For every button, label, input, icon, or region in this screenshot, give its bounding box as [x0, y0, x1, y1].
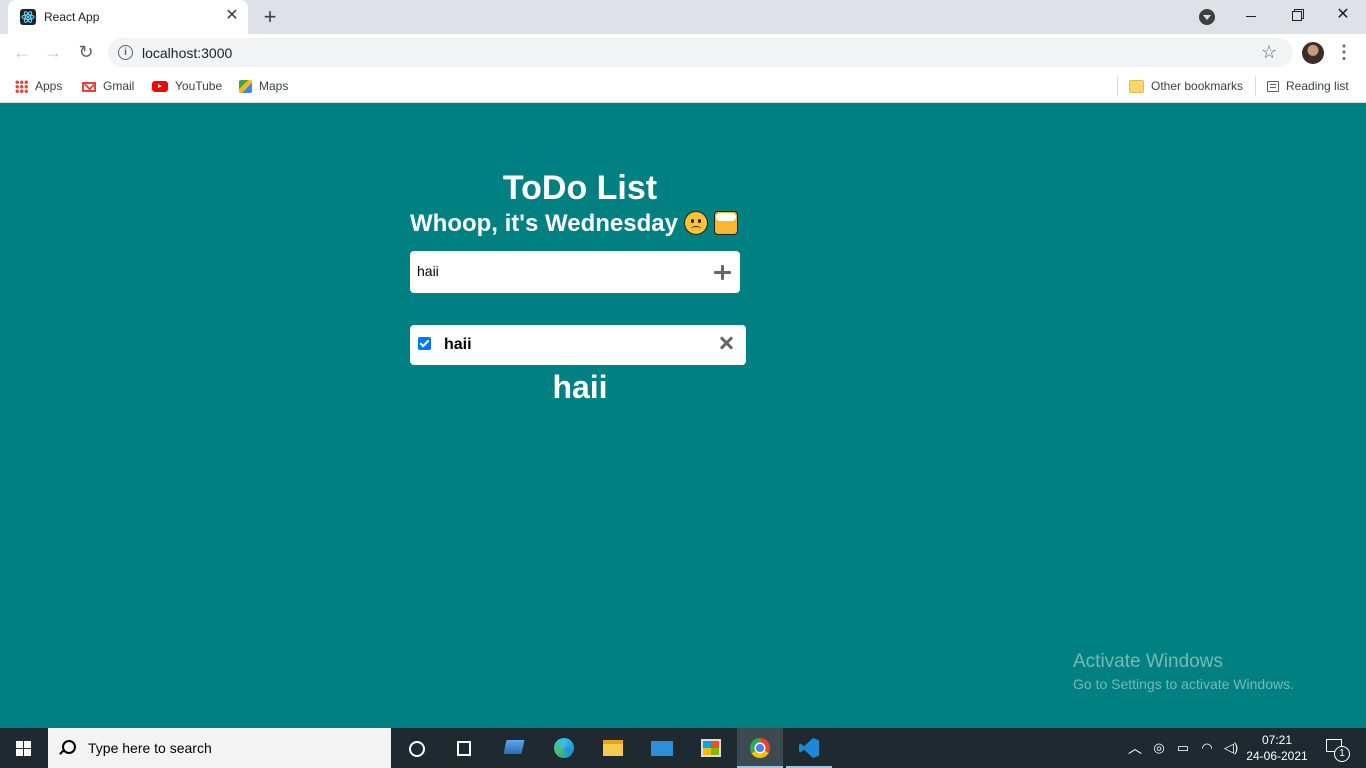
- youtube-icon: [152, 81, 168, 93]
- tab-react-app[interactable]: React App ✕: [8, 0, 248, 34]
- page-subtitle: Whoop, it's Wednesday: [410, 210, 750, 238]
- sad-face-icon: [683, 211, 708, 235]
- gmail-icon: [82, 81, 96, 92]
- todo-input-box: [410, 251, 740, 293]
- laptop-app-icon[interactable]: [492, 728, 538, 768]
- todo-checkbox[interactable]: [418, 337, 431, 350]
- bookmark-label: Gmail: [103, 79, 135, 93]
- bookmark-apps[interactable]: Apps: [15, 77, 62, 95]
- page-content: ToDo List Whoop, it's Wednesday haii hai…: [0, 103, 1366, 728]
- wifi-icon[interactable]: ◠: [1196, 728, 1218, 768]
- taskbar-search-placeholder: Type here to search: [88, 740, 212, 756]
- taskbar: Type here to search ︿ ◎ ▭ ◠ ◁) 07:21 24-…: [0, 728, 1366, 768]
- bookmark-label: Apps: [35, 79, 63, 93]
- bookmarks-divider: [1255, 76, 1256, 96]
- tab-search-icon[interactable]: [1199, 9, 1215, 25]
- chrome-icon[interactable]: [737, 728, 783, 768]
- activate-windows-watermark: Activate Windows Go to Settings to activ…: [1073, 651, 1294, 692]
- delete-icon[interactable]: [718, 334, 736, 352]
- info-icon[interactable]: i: [118, 45, 133, 60]
- task-view-icon[interactable]: [440, 728, 486, 768]
- todo-input[interactable]: [417, 261, 697, 281]
- page-title: ToDo List: [502, 169, 658, 207]
- subtitle-text: Whoop, it's Wednesday: [410, 210, 678, 237]
- react-icon: [20, 9, 36, 25]
- bookmark-label: YouTube: [175, 79, 223, 93]
- bookmark-youtube[interactable]: YouTube: [152, 77, 222, 95]
- bookmark-gmail[interactable]: Gmail: [82, 77, 134, 95]
- bookmark-maps[interactable]: Maps: [239, 77, 288, 95]
- url-text[interactable]: localhost:3000: [142, 45, 232, 61]
- bookmarks-divider: [1117, 76, 1118, 96]
- vscode-icon[interactable]: [786, 728, 832, 768]
- taskbar-clock[interactable]: 07:21 24-06-2021: [1244, 732, 1310, 764]
- close-window-button[interactable]: ✕: [1320, 0, 1366, 30]
- bookmark-label: Maps: [259, 79, 289, 93]
- back-arrow-icon[interactable]: ←: [11, 41, 33, 63]
- restore-button[interactable]: [1274, 0, 1320, 30]
- bookmark-label: Other bookmarks: [1151, 79, 1244, 93]
- search-icon: [62, 740, 76, 754]
- file-explorer-icon[interactable]: [590, 728, 636, 768]
- display-text: haii: [552, 369, 608, 405]
- taskbar-search-box[interactable]: Type here to search: [48, 728, 391, 768]
- watermark-subtitle: Go to Settings to activate Windows.: [1073, 676, 1294, 692]
- notification-center-icon[interactable]: 1: [1318, 728, 1358, 768]
- reading-list-icon: [1267, 81, 1279, 93]
- tab-title: React App: [44, 10, 100, 24]
- maps-icon: [239, 80, 252, 94]
- folder-icon: [1129, 80, 1144, 94]
- address-bar[interactable]: i localhost:3000 ☆: [108, 38, 1293, 67]
- clock-time: 07:21: [1261, 733, 1293, 747]
- bookmark-other[interactable]: Other bookmarks: [1129, 77, 1243, 95]
- watermark-title: Activate Windows: [1073, 651, 1223, 672]
- clock-date: 24-06-2021: [1246, 749, 1308, 763]
- windows-start-icon[interactable]: [0, 728, 48, 768]
- apps-grid-icon: [15, 80, 28, 94]
- profile-avatar[interactable]: [1302, 42, 1324, 64]
- close-tab-icon[interactable]: ✕: [223, 7, 241, 25]
- reading-list[interactable]: Reading list: [1267, 77, 1349, 95]
- more-menu-icon[interactable]: ⋮: [1335, 40, 1353, 64]
- todo-item-text: haii: [444, 336, 472, 353]
- plus-icon[interactable]: [712, 262, 732, 282]
- mail-icon[interactable]: [639, 728, 685, 768]
- bookmarks-bar: Apps Gmail YouTube Maps Other bookmarks …: [0, 70, 1366, 103]
- meet-now-icon[interactable]: ◎: [1148, 728, 1170, 768]
- browser-toolbar: ← → ↻ i localhost:3000 ☆ ⋮: [0, 34, 1366, 70]
- beer-mugs-icon: [713, 211, 738, 235]
- chevron-up-icon[interactable]: ︿: [1126, 728, 1144, 768]
- notification-badge: 1: [1334, 746, 1350, 762]
- cortana-icon[interactable]: [394, 728, 440, 768]
- todo-item: haii: [410, 325, 746, 365]
- reload-icon[interactable]: ↻: [75, 41, 97, 63]
- minimize-button[interactable]: [1228, 0, 1274, 30]
- battery-icon[interactable]: ▭: [1172, 728, 1194, 768]
- store-icon[interactable]: [688, 728, 734, 768]
- tab-strip: React App ✕ + ✕: [0, 0, 1366, 34]
- volume-icon[interactable]: ◁): [1220, 728, 1242, 768]
- forward-arrow-icon[interactable]: →: [42, 41, 64, 63]
- bookmark-star-icon[interactable]: ☆: [1261, 42, 1277, 63]
- edge-icon[interactable]: [541, 728, 587, 768]
- new-tab-button[interactable]: +: [258, 5, 282, 29]
- bookmark-label: Reading list: [1286, 79, 1349, 93]
